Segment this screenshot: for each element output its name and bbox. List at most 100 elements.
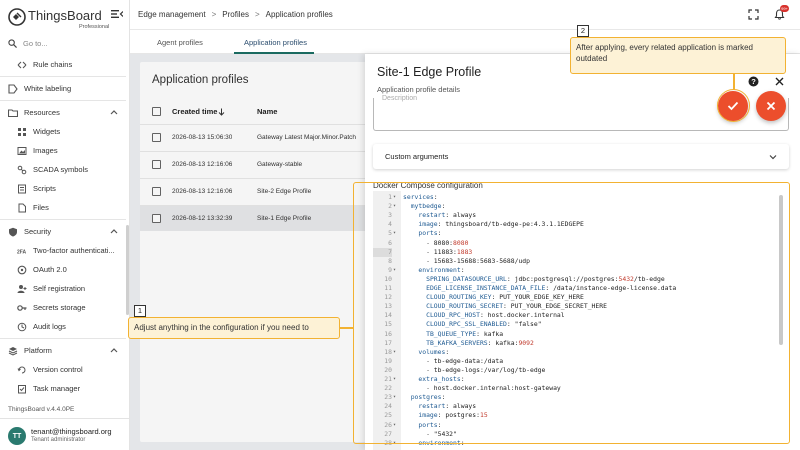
fold-toggle-icon[interactable]: ▾: [393, 375, 396, 384]
line-number: 10: [384, 274, 392, 283]
fullscreen-icon[interactable]: [748, 9, 759, 20]
fold-toggle-icon[interactable]: ▾: [393, 439, 396, 448]
row-checkbox[interactable]: [152, 160, 161, 169]
key-icon: [17, 304, 27, 311]
code-text: - 11883:1883: [426, 247, 473, 256]
code-line[interactable]: 27 - "5432": [373, 430, 789, 439]
chevron-up-icon[interactable]: [110, 228, 118, 234]
user-menu[interactable]: TT tenant@thingsboard.org Tenant adminis…: [0, 418, 130, 450]
row-checkbox[interactable]: [152, 133, 161, 142]
custom-arguments-accordion[interactable]: Custom arguments: [373, 144, 789, 169]
file-icon: [18, 203, 26, 212]
code-line[interactable]: 19 - tb-edge-data:/data: [373, 357, 789, 366]
code-line[interactable]: 8 - 15683-15688:5683-5688/udp: [373, 257, 789, 266]
oauth-icon: [17, 265, 27, 274]
fold-toggle-icon[interactable]: ▾: [393, 229, 396, 238]
sidebar-item-scada-symbols[interactable]: SCADA symbols: [0, 160, 126, 179]
thingsboard-logo[interactable]: ThingsBoard Professional: [8, 6, 128, 30]
description-field[interactable]: Description: [373, 95, 789, 131]
sidebar-item-widgets[interactable]: Widgets: [0, 122, 126, 141]
column-header-name[interactable]: Name: [257, 107, 277, 116]
row-checkbox[interactable]: [152, 187, 161, 196]
two-factor-icon: 2FA: [17, 249, 27, 255]
search-input[interactable]: Go to...: [23, 39, 48, 48]
code-line[interactable]: 14 CLOUD_RPC_HOST: host.docker.internal: [373, 311, 789, 320]
row-checkbox[interactable]: [152, 214, 161, 223]
code-line[interactable]: 9 ▾ environment:: [373, 266, 789, 275]
sidebar-item-two-factor[interactable]: 2FA Two-factor authenticati...: [0, 241, 126, 260]
code-line[interactable]: 18 ▾ volumes:: [373, 348, 789, 357]
code-line[interactable]: 2 ▾ mytbedge:: [373, 202, 789, 211]
fold-toggle-icon[interactable]: ▾: [393, 266, 396, 275]
code-line[interactable]: 5 ▾ ports:: [373, 229, 789, 238]
code-line[interactable]: 12 CLOUD_ROUTING_KEY: PUT_YOUR_EDGE_KEY_…: [373, 293, 789, 302]
code-line[interactable]: 26 ▾ ports:: [373, 421, 789, 430]
code-line[interactable]: 21 ▾ extra_hosts:: [373, 375, 789, 384]
code-line[interactable]: 24 restart: always: [373, 402, 789, 411]
fold-toggle-icon[interactable]: ▾: [393, 393, 396, 402]
code-line[interactable]: 11 EDGE_LICENSE_INSTANCE_DATA_FILE: /dat…: [373, 284, 789, 293]
code-line[interactable]: 15 CLOUD_RPC_SSL_ENABLED: "false": [373, 320, 789, 329]
sidebar-item-self-registration[interactable]: Self registration: [0, 279, 126, 298]
sidebar-search[interactable]: Go to...: [8, 38, 124, 50]
sidebar-item-version-control[interactable]: Version control: [0, 360, 126, 379]
code-line[interactable]: 6 - 8080:8080: [373, 239, 789, 248]
code-line[interactable]: 10 SPRING_DATASOURCE_URL: jdbc:postgresq…: [373, 275, 789, 284]
tab-agent-profiles[interactable]: Agent profiles: [157, 38, 203, 47]
breadcrumb-edge-management[interactable]: Edge management: [138, 10, 206, 19]
sidebar-item-label: Version control: [33, 365, 83, 374]
code-line[interactable]: 13 CLOUD_ROUTING_SECRET: PUT_YOUR_EDGE_S…: [373, 302, 789, 311]
user-email: tenant@thingsboard.org: [31, 427, 112, 436]
table-row[interactable]: 2026-08-13 15:06:30 Gateway Latest Major…: [140, 124, 370, 150]
sidebar-item-images[interactable]: Images: [0, 141, 126, 160]
sidebar-item-audit-logs[interactable]: Audit logs: [0, 317, 126, 336]
select-all-checkbox[interactable]: [152, 107, 161, 116]
sidebar-item-files[interactable]: Files: [0, 198, 126, 217]
code-line[interactable]: 17 TB_KAFKA_SERVERS: kafka:9092: [373, 339, 789, 348]
sidebar-item-label: Two-factor authenticati...: [33, 246, 115, 255]
avatar: TT: [8, 427, 26, 445]
fold-toggle-icon[interactable]: ▾: [393, 348, 396, 357]
code-line[interactable]: 23 ▾ postgres:: [373, 393, 789, 402]
sidebar-item-rule-chains[interactable]: Rule chains: [0, 55, 126, 74]
code-line[interactable]: 7 - 11883:1883: [373, 247, 789, 257]
code-line[interactable]: 4 image: thingsboard/tb-edge-pe:4.3.1.1E…: [373, 220, 789, 229]
chevron-up-icon[interactable]: [110, 109, 118, 115]
tab-application-profiles[interactable]: Application profiles: [244, 38, 307, 47]
details-title: Site-1 Edge Profile: [377, 65, 482, 79]
sidebar-item-oauth[interactable]: OAuth 2.0: [0, 260, 126, 279]
sidebar-item-secrets-storage[interactable]: Secrets storage: [0, 298, 126, 317]
sidebar-item-white-labeling[interactable]: White labeling: [0, 79, 126, 98]
menu-collapse-icon[interactable]: [111, 9, 123, 19]
help-icon[interactable]: ?: [748, 76, 759, 87]
sidebar-item-security[interactable]: Security: [0, 222, 126, 241]
sidebar-item-platform[interactable]: Platform: [0, 341, 126, 360]
breadcrumb-profiles[interactable]: Profiles: [222, 10, 249, 19]
code-line[interactable]: 3 restart: always: [373, 211, 789, 220]
column-header-created-time[interactable]: Created time: [172, 107, 217, 116]
table-row[interactable]: 2026-08-13 12:16:06 Gateway-stable: [140, 151, 370, 177]
table-row[interactable]: 2026-08-13 12:16:06 Site-2 Edge Profile: [140, 178, 370, 204]
code-line[interactable]: 16 TB_QUEUE_TYPE: kafka: [373, 330, 789, 339]
code-text: mytbedge:: [410, 202, 446, 211]
code-line[interactable]: 25 image: postgres:15: [373, 411, 789, 420]
sidebar-item-label: Audit logs: [33, 322, 66, 331]
docker-compose-editor[interactable]: 1 ▾ services: 2 ▾ mytbedge: 3 restart: always…: [373, 191, 789, 450]
sidebar-item-task-manager[interactable]: Task manager: [0, 379, 126, 398]
table-row-selected[interactable]: 2026-08-12 13:32:39 Site-1 Edge Profile: [140, 205, 370, 231]
code-line[interactable]: 28 ▾ environment:: [373, 439, 789, 448]
fold-toggle-icon[interactable]: ▾: [393, 202, 396, 211]
chevron-up-icon[interactable]: [110, 347, 118, 353]
code-line[interactable]: 20 - tb-edge-logs:/var/log/tb-edge: [373, 366, 789, 375]
code-line[interactable]: 22 - host.docker.internal:host-gateway: [373, 384, 789, 393]
code-text: - 15683-15688:5683-5688/udp: [426, 256, 530, 265]
fold-toggle-icon[interactable]: ▾: [393, 421, 396, 430]
sort-arrow-down-icon[interactable]: [218, 108, 225, 116]
sidebar-item-scripts[interactable]: Scripts: [0, 179, 126, 198]
code-line[interactable]: 1 ▾ services:: [373, 193, 789, 202]
sidebar-item-label: Task manager: [33, 384, 81, 393]
sidebar-scrollbar[interactable]: [126, 225, 129, 315]
close-icon[interactable]: [775, 77, 784, 86]
sidebar-item-resources[interactable]: Resources: [0, 103, 126, 122]
fold-toggle-icon[interactable]: ▾: [393, 193, 396, 202]
